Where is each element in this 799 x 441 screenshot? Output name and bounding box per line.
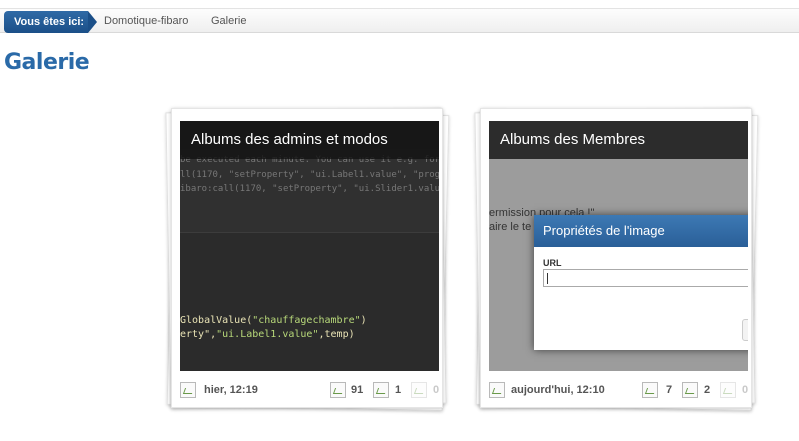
background-text: aire le te xyxy=(489,221,532,233)
card-front: be executed each minute. You can use it … xyxy=(171,108,443,408)
album-footer: aujourd'hui, 12:10 7 2 0 xyxy=(489,381,751,401)
comments-count: 2 xyxy=(704,384,711,396)
breadcrumb-here-label: Vous êtes ici: xyxy=(4,11,88,33)
image-placeholder-icon[interactable] xyxy=(489,382,505,398)
breadcrumb-item-domotique[interactable]: Domotique-fibaro xyxy=(104,15,188,27)
album-date: aujourd'hui, 12:10 xyxy=(511,384,605,396)
image-properties-dialog: Propriétés de l'image URL xyxy=(534,215,748,350)
code-token: ,temp) xyxy=(318,329,355,340)
url-field xyxy=(543,269,748,287)
breadcrumb-item-galerie[interactable]: Galerie xyxy=(211,15,246,27)
image-placeholder-icon xyxy=(682,382,698,398)
dialog-button xyxy=(742,319,748,341)
images-count: 7 xyxy=(666,384,673,396)
code-line: ll(1170, "setProperty", "ui.Label1.value… xyxy=(180,170,439,180)
dialog-title: Propriétés de l'image xyxy=(534,215,748,247)
card-front: ermission pour cela !" aire le te Propri… xyxy=(480,108,752,408)
image-placeholder-icon xyxy=(642,382,658,398)
image-placeholder-icon xyxy=(373,382,389,398)
code-string: "ui.Label1.value" xyxy=(216,329,319,340)
code-string: "chauffagechambre" xyxy=(252,315,361,326)
album-title-link[interactable]: Albums des Membres xyxy=(489,121,748,159)
code-highlight-line: GlobalValue("chauffagechambre") xyxy=(180,315,367,326)
code-token: ) xyxy=(360,315,367,326)
page-title: Galerie xyxy=(4,50,90,75)
images-count: 91 xyxy=(351,384,364,396)
album-card-members[interactable]: ermission pour cela !" aire le te Propri… xyxy=(474,107,759,412)
album-card-admins[interactable]: be executed each minute. You can use it … xyxy=(165,107,450,412)
image-placeholder-icon xyxy=(330,382,346,398)
album-date: hier, 12:19 xyxy=(204,384,258,396)
third-count: 0 xyxy=(433,384,440,396)
breadcrumb: Vous êtes ici: Domotique-fibaro Galerie xyxy=(0,8,799,33)
image-placeholder-icon xyxy=(720,382,736,398)
album-title-link[interactable]: Albums des admins et modos xyxy=(180,121,439,159)
breadcrumb-arrow xyxy=(88,11,97,33)
album-thumbnail[interactable]: be executed each minute. You can use it … xyxy=(180,121,439,371)
url-label: URL xyxy=(543,258,562,268)
image-placeholder-icon[interactable] xyxy=(180,382,196,398)
comments-count: 1 xyxy=(395,384,402,396)
image-placeholder-icon xyxy=(411,382,427,398)
code-highlight-line: erty","ui.Label1.value",temp) xyxy=(180,329,355,340)
code-token: GlobalValue( xyxy=(180,315,253,326)
album-footer: hier, 12:19 91 1 0 xyxy=(180,381,442,401)
album-thumbnail[interactable]: ermission pour cela !" aire le te Propri… xyxy=(489,121,748,371)
code-line: ibaro:call(1170, "setProperty", "ui.Slid… xyxy=(180,184,439,194)
third-count: 0 xyxy=(742,384,749,396)
code-token: erty", xyxy=(180,329,217,340)
